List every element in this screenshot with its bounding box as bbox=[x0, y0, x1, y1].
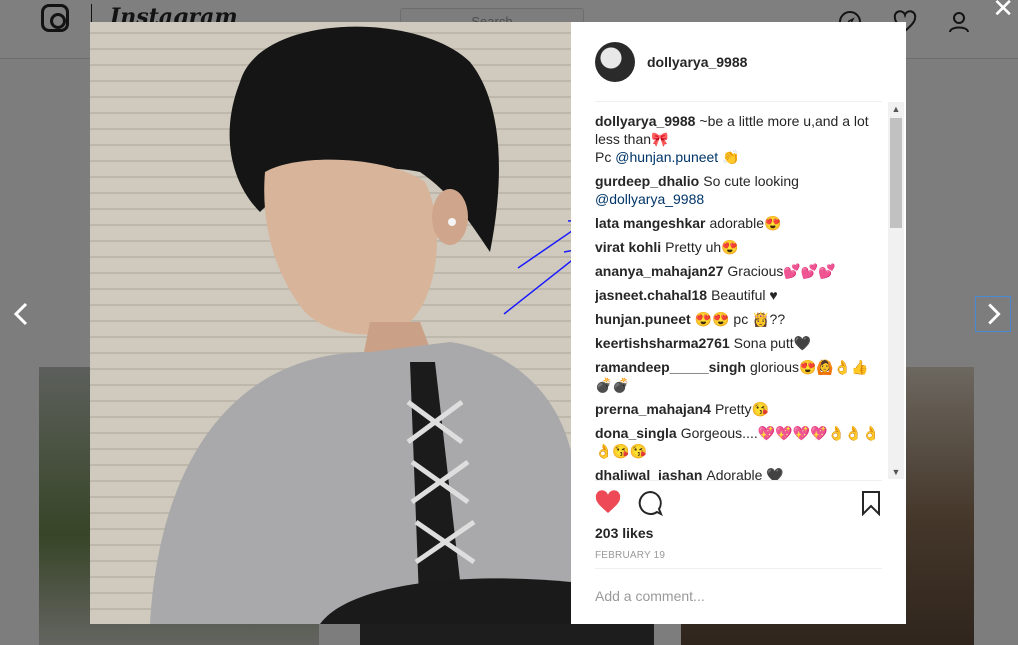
list-item: keertishsharma2761 Sona putt🖤 bbox=[595, 334, 885, 352]
post-date: FEBRUARY 19 bbox=[595, 550, 666, 561]
comment-text: Pretty uh😍 bbox=[665, 239, 739, 255]
close-icon[interactable]: ✕ bbox=[992, 0, 1014, 22]
comments-scrollbar[interactable]: ▲ ▼ bbox=[888, 102, 904, 479]
comment-text: 😍😍 pc 👸?? bbox=[694, 311, 786, 327]
post-actions bbox=[595, 490, 882, 516]
comment-divider bbox=[595, 568, 882, 569]
caption-line2-prefix: Pc bbox=[595, 149, 616, 165]
list-item: ramandeep_____singh glorious😍🙆👌👍💣💣 bbox=[595, 358, 885, 394]
comments-list: dollyarya_9988 ~be a little more u,and a … bbox=[595, 112, 885, 480]
header-divider bbox=[595, 101, 882, 102]
caption: dollyarya_9988 ~be a little more u,and a … bbox=[595, 112, 885, 166]
comment-username[interactable]: ananya_mahajan27 bbox=[595, 263, 723, 279]
comment-text: Sona putt🖤 bbox=[733, 335, 812, 351]
like-heart-icon[interactable] bbox=[595, 490, 621, 516]
bookmark-icon[interactable] bbox=[858, 490, 884, 516]
avatar[interactable] bbox=[595, 42, 635, 82]
scroll-up-arrow-icon[interactable]: ▲ bbox=[888, 102, 904, 116]
comment-mention[interactable]: @dollyarya_9988 bbox=[595, 191, 704, 207]
list-item: ananya_mahajan27 Gracious💕💕💕 bbox=[595, 262, 885, 280]
list-item: lata mangeshkar adorable😍 bbox=[595, 214, 885, 232]
comment-username[interactable]: dona_singla bbox=[595, 425, 677, 441]
list-item: hunjan.puneet 😍😍 pc 👸?? bbox=[595, 310, 885, 328]
post-photo[interactable] bbox=[90, 22, 571, 624]
list-item: gurdeep_dhalio So cute looking @dollyarya… bbox=[595, 172, 885, 208]
comment-username[interactable]: lata mangeshkar bbox=[595, 215, 706, 231]
author-username[interactable]: dollyarya_9988 bbox=[647, 54, 747, 70]
comment-username[interactable]: ramandeep_____singh bbox=[595, 359, 746, 375]
list-item: jasneet.chahal18 Beautiful ♥ bbox=[595, 286, 885, 304]
caption-username[interactable]: dollyarya_9988 bbox=[595, 113, 695, 129]
list-item: dona_singla Gorgeous....💖💖💖💖👌👌👌👌😘😘 bbox=[595, 424, 885, 460]
list-item: virat kohli Pretty uh😍 bbox=[595, 238, 885, 256]
comment-text: Gracious💕💕💕 bbox=[727, 263, 836, 279]
photo-illustration bbox=[150, 26, 571, 624]
scrollbar-thumb[interactable] bbox=[890, 118, 902, 228]
post-modal: dollyarya_9988 dollyarya_9988 ~be a littl… bbox=[90, 22, 906, 624]
comment-username[interactable]: gurdeep_dhalio bbox=[595, 173, 699, 189]
post-header: dollyarya_9988 bbox=[595, 42, 882, 82]
comment-text: Adorable 🖤 bbox=[706, 467, 784, 480]
list-item: dhaliwal_jashan Adorable 🖤 bbox=[595, 466, 885, 480]
add-comment-input[interactable] bbox=[595, 584, 875, 608]
caption-line2-suffix: 👏 bbox=[718, 149, 740, 165]
comment-username[interactable]: dhaliwal_jashan bbox=[595, 467, 702, 480]
comment-text: adorable😍 bbox=[709, 215, 782, 231]
comment-text: So cute looking bbox=[703, 173, 799, 189]
chevron-left-icon[interactable] bbox=[4, 296, 40, 332]
like-count[interactable]: 203 likes bbox=[595, 525, 653, 541]
comment-username[interactable]: keertishsharma2761 bbox=[595, 335, 730, 351]
comment-username[interactable]: virat kohli bbox=[595, 239, 661, 255]
comment-text: Pretty😘 bbox=[714, 401, 769, 417]
post-details-panel: dollyarya_9988 dollyarya_9988 ~be a littl… bbox=[571, 22, 906, 624]
caption-mention[interactable]: @hunjan.puneet bbox=[615, 149, 718, 165]
comment-text: Beautiful ♥ bbox=[711, 287, 778, 303]
actions-divider bbox=[595, 480, 882, 481]
comment-username[interactable]: jasneet.chahal18 bbox=[595, 287, 707, 303]
chevron-right-icon[interactable] bbox=[975, 296, 1011, 332]
scroll-down-arrow-icon[interactable]: ▼ bbox=[888, 465, 904, 479]
comment-username[interactable]: prerna_mahajan4 bbox=[595, 401, 711, 417]
list-item: prerna_mahajan4 Pretty😘 bbox=[595, 400, 885, 418]
comment-icon[interactable] bbox=[637, 490, 663, 516]
comment-username[interactable]: hunjan.puneet bbox=[595, 311, 691, 327]
